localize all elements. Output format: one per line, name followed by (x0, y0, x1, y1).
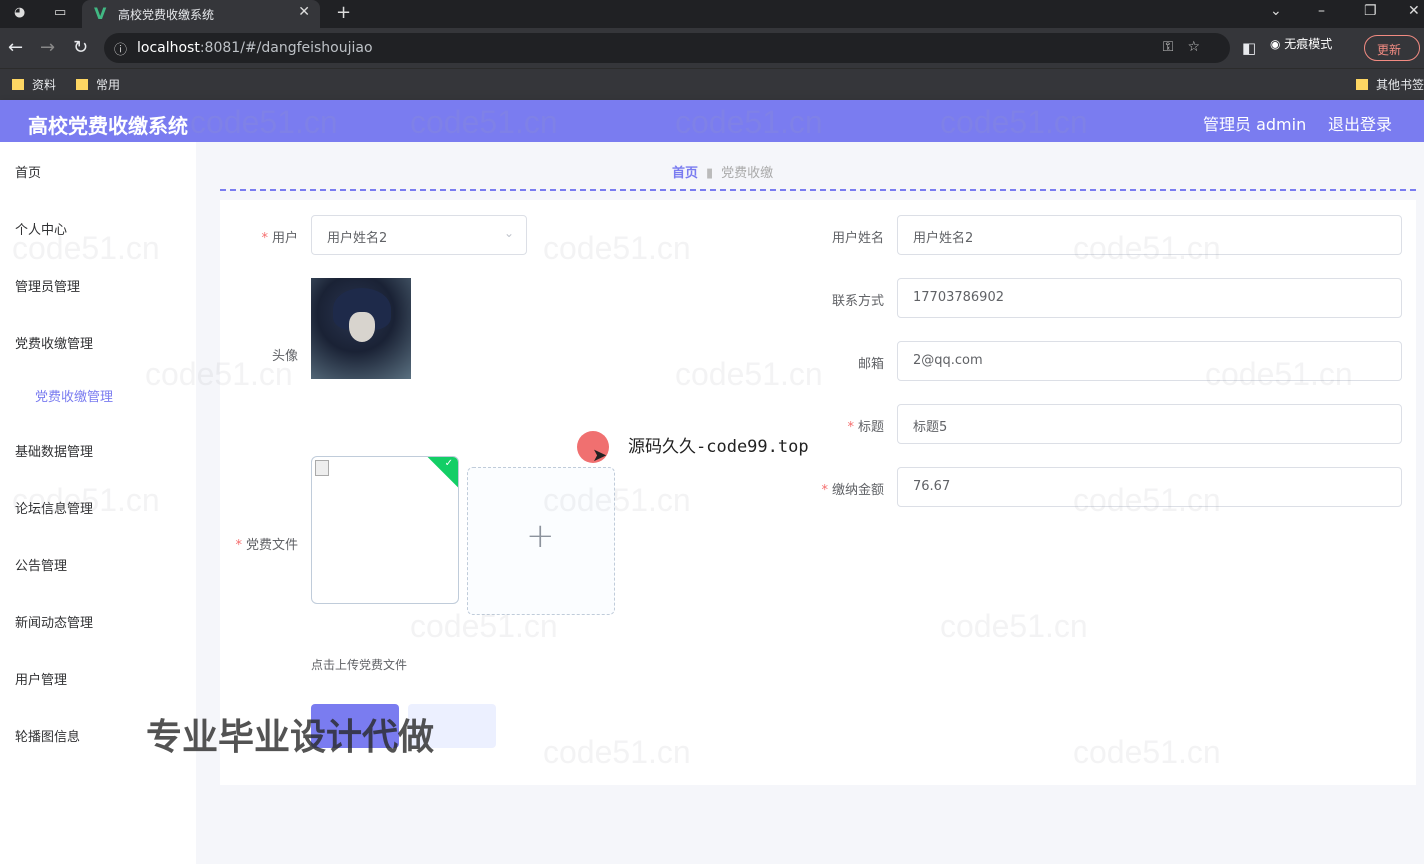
reload-icon[interactable]: ↻ (73, 37, 88, 58)
app-header: 高校党费收缴系统 管理员 admin 退出登录 (0, 100, 1424, 142)
tab-search-icon[interactable]: ▭ (54, 5, 66, 20)
url-input[interactable]: ⓘ localhost:8081/#/dangfeishoujiao ⚿☆ (104, 33, 1230, 63)
key-icon[interactable]: ⚿ (1163, 39, 1188, 55)
bookmark-folder-ziliao[interactable]: 资料 (12, 76, 56, 93)
site-info-icon[interactable]: ⓘ (114, 39, 127, 58)
sidebar-item-profile[interactable]: 个人中心 (15, 219, 67, 238)
user-select-value: 用户姓名2 (327, 231, 388, 246)
avatar-label: 头像 (271, 349, 298, 364)
broken-image-icon (315, 460, 329, 476)
chevron-down-icon: ⌄ (503, 226, 514, 240)
forward-icon[interactable]: → (40, 37, 55, 58)
folder-icon (12, 79, 24, 90)
incognito-indicator[interactable]: ◉ 无痕模式 (1270, 35, 1332, 52)
browser-tab[interactable]: V 高校党费收缴系统 ✕ (82, 0, 320, 28)
name-field-label: 用户姓名 (831, 231, 884, 246)
required-mark: * (235, 538, 242, 553)
upload-tip: 点击上传党费文件 (311, 658, 408, 672)
email-field-label: 邮箱 (857, 357, 884, 372)
uploaded-file-thumbnail[interactable]: ✓ (311, 456, 459, 604)
incognito-icon: ◉ (1270, 37, 1285, 51)
email-input[interactable]: 2@qq.com (897, 341, 1402, 381)
breadcrumb: 首页 ▮ 党费收缴 (672, 162, 773, 181)
bookmark-folder-other[interactable]: 其他书签 (1356, 76, 1424, 93)
party-file-label: * 党费文件 (235, 538, 298, 553)
back-icon[interactable]: ← (8, 37, 23, 58)
sidebar-item-admin-management[interactable]: 管理员管理 (15, 276, 80, 295)
phone-input[interactable]: 17703786902 (897, 278, 1402, 318)
overlay-ad-text: 专业毕业设计代做 (146, 717, 435, 758)
address-bar-row: ← → ↻ ⓘ localhost:8081/#/dangfeishoujiao… (0, 28, 1424, 68)
required-mark: * (821, 483, 828, 498)
overlay-source-text: 源码久久-code99.top (628, 437, 809, 457)
new-tab-icon[interactable]: + (336, 2, 351, 23)
amount-input[interactable]: 76.67 (897, 467, 1402, 507)
url-text: localhost:8081/#/dangfeishoujiao (137, 40, 373, 56)
sidebar-subitem-fee-collection[interactable]: 党费收缴管理 (35, 386, 113, 405)
sidebar-item-users[interactable]: 用户管理 (15, 669, 67, 688)
tab-close-icon[interactable]: ✕ (298, 4, 310, 20)
folder-icon (76, 79, 88, 90)
side-panel-icon[interactable]: ◧ (1242, 39, 1256, 57)
upload-success-badge (426, 457, 458, 489)
tab-list-chevron-icon[interactable]: ⌄ (1270, 3, 1282, 19)
user-select[interactable]: 用户姓名2 ⌄ (311, 215, 527, 255)
tab-title: 高校党费收缴系统 (118, 8, 215, 22)
minimize-icon[interactable]: – (1318, 3, 1325, 19)
sidebar-item-news[interactable]: 新闻动态管理 (15, 612, 93, 631)
sidebar-item-notice[interactable]: 公告管理 (15, 555, 67, 574)
sidebar-item-base-data[interactable]: 基础数据管理 (15, 441, 93, 460)
omnibox-actions: ⚿☆ (1163, 39, 1214, 55)
mouse-cursor-icon: ➤ (592, 445, 608, 466)
breadcrumb-separator-icon: ▮ (706, 166, 714, 181)
update-button[interactable]: 更新 (1364, 35, 1420, 61)
breadcrumb-divider (220, 189, 1416, 191)
sidebar-item-carousel[interactable]: 轮播图信息 (15, 726, 80, 745)
amount-field-label: * 缴纳金额 (821, 483, 884, 498)
browser-menu-icon[interactable]: ◕ (14, 5, 25, 20)
user-field-label: * 用户 (261, 231, 298, 246)
window-close-icon[interactable]: ✕ (1408, 3, 1420, 19)
sidebar-item-home[interactable]: 首页 (15, 162, 41, 181)
title-input[interactable]: 标题5 (897, 404, 1402, 444)
restore-icon[interactable]: ❐ (1364, 3, 1377, 19)
bookmark-star-icon[interactable]: ☆ (1187, 39, 1214, 55)
title-field-label: * 标题 (847, 420, 884, 435)
plus-icon: + (526, 516, 555, 556)
current-user-label: 管理员 admin (1203, 115, 1307, 134)
avatar-image (311, 278, 411, 379)
breadcrumb-home[interactable]: 首页 (672, 166, 698, 181)
sidebar-item-fee-collection[interactable]: 党费收缴管理 (15, 333, 93, 352)
app-title: 高校党费收缴系统 (28, 114, 188, 138)
name-input[interactable]: 用户姓名2 (897, 215, 1402, 255)
check-icon: ✓ (444, 458, 453, 469)
logout-button[interactable]: 退出登录 (1328, 111, 1392, 135)
browser-tab-strip: ◕ ▭ V 高校党费收缴系统 ✕ + ⌄ – ❐ ✕ (0, 0, 1424, 28)
breadcrumb-current: 党费收缴 (721, 166, 774, 181)
required-mark: * (261, 231, 268, 246)
bookmark-folder-changyong[interactable]: 常用 (76, 76, 120, 93)
bookmarks-bar: 资料 常用 其他书签 (0, 68, 1424, 100)
sidebar-item-forum[interactable]: 论坛信息管理 (15, 498, 93, 517)
folder-icon (1356, 79, 1368, 90)
upload-add-button[interactable]: + (467, 467, 615, 615)
vue-logo-icon: V (94, 4, 107, 23)
required-mark: * (847, 420, 854, 435)
phone-field-label: 联系方式 (831, 294, 884, 309)
